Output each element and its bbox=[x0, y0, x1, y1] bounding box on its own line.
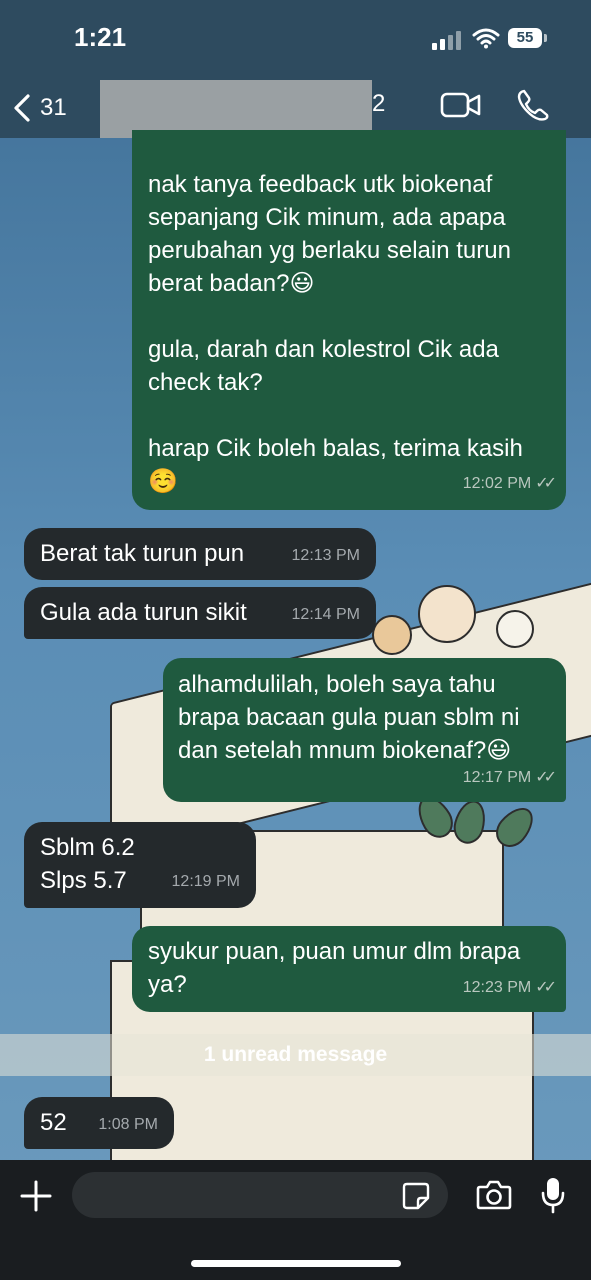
plus-icon[interactable] bbox=[18, 1178, 54, 1214]
message-text: 52 bbox=[40, 1109, 67, 1136]
message-meta: 12:17 PM ✓✓ bbox=[462, 761, 557, 794]
unread-chats-count: 31 bbox=[40, 94, 67, 121]
microphone-icon[interactable] bbox=[540, 1176, 566, 1214]
message-meta: 12:02 PM ✓✓ bbox=[462, 467, 557, 500]
contact-name-suffix[interactable]: 2 bbox=[372, 90, 385, 118]
chevron-left-icon bbox=[14, 94, 30, 122]
message-bubble-outgoing[interactable]: alhamdulilah, boleh saya tahu brapa baca… bbox=[163, 658, 566, 802]
message-bubble-outgoing[interactable]: nak tanya feedback utk biokenaf sepanjan… bbox=[132, 130, 566, 510]
cellular-signal-icon bbox=[432, 30, 464, 50]
read-receipt-icon: ✓✓ bbox=[535, 769, 557, 786]
message-bubble-incoming[interactable]: 52 1:08 PM bbox=[24, 1097, 174, 1149]
wallpaper-character-bear bbox=[372, 615, 412, 655]
message-text: Gula ada turun sikit bbox=[40, 599, 247, 626]
sticker-icon[interactable] bbox=[402, 1182, 430, 1210]
read-receipt-icon: ✓✓ bbox=[535, 979, 557, 996]
message-time: 12:23 PM bbox=[462, 979, 532, 996]
message-bubble-incoming[interactable]: Gula ada turun sikit 12:14 PM bbox=[24, 587, 376, 639]
video-call-icon[interactable] bbox=[440, 90, 482, 120]
unread-messages-banner: 1 unread message bbox=[0, 1034, 591, 1076]
read-receipt-icon: ✓✓ bbox=[535, 475, 557, 492]
status-time: 1:21 bbox=[74, 22, 127, 52]
back-button[interactable]: 31 bbox=[12, 88, 67, 128]
message-meta: 12:23 PM ✓✓ bbox=[462, 971, 557, 1004]
message-time: 12:02 PM bbox=[462, 475, 532, 492]
phone-call-icon[interactable] bbox=[516, 88, 550, 122]
message-time: 12:17 PM bbox=[462, 769, 532, 786]
message-bubble-incoming[interactable]: Berat tak turun pun 12:13 PM bbox=[24, 528, 376, 580]
wifi-icon bbox=[472, 28, 500, 49]
message-text: nak tanya feedback utk biokenaf sepanjan… bbox=[148, 171, 523, 495]
message-bubble-incoming[interactable]: Sblm 6.2 Slps 5.7 12:19 PM bbox=[24, 822, 256, 908]
battery-tip bbox=[544, 34, 547, 42]
wallpaper-character-girl bbox=[418, 585, 476, 643]
message-time: 12:19 PM bbox=[171, 873, 240, 890]
message-time: 1:08 PM bbox=[98, 1116, 158, 1133]
message-bubble-outgoing[interactable]: syukur puan, puan umur dlm brapa ya? 12:… bbox=[132, 926, 566, 1012]
battery-icon: 55 bbox=[508, 28, 542, 48]
message-input[interactable] bbox=[72, 1172, 448, 1218]
wallpaper-character-bunny bbox=[496, 610, 534, 648]
message-text: alhamdulilah, boleh saya tahu brapa baca… bbox=[178, 671, 520, 764]
message-time: 12:13 PM bbox=[291, 547, 360, 564]
message-time: 12:14 PM bbox=[291, 606, 360, 623]
camera-icon[interactable] bbox=[476, 1179, 512, 1211]
status-bar: 1:21 55 bbox=[0, 0, 591, 80]
message-text: Sblm 6.2 Slps 5.7 bbox=[40, 834, 135, 894]
message-text: Berat tak turun pun bbox=[40, 540, 245, 567]
home-indicator[interactable] bbox=[191, 1260, 401, 1267]
